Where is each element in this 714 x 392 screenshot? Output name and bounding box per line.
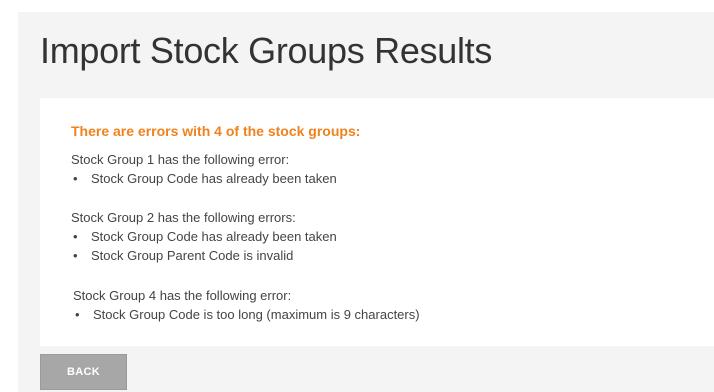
error-list-item: • Stock Group Parent Code is invalid	[71, 246, 337, 265]
error-list-item: • Stock Group Code is too long (maximum …	[73, 305, 420, 324]
results-panel: There are errors with 4 of the stock gro…	[40, 98, 714, 346]
back-button[interactable]: BACK	[40, 354, 127, 390]
bullet-icon: •	[75, 307, 80, 322]
error-message: Stock Group Code has already been taken	[91, 229, 337, 244]
bullet-icon: •	[73, 248, 78, 263]
page-container: Import Stock Groups Results There are er…	[18, 12, 714, 392]
stock-group-error-block: Stock Group 4 has the following error: •…	[73, 286, 420, 324]
stock-group-title: Stock Group 4 has the following error:	[73, 288, 292, 303]
bullet-icon: •	[73, 229, 78, 244]
page-title: Import Stock Groups Results	[40, 30, 493, 71]
error-list: • Stock Group Code has already been take…	[71, 227, 337, 265]
error-message: Stock Group Parent Code is invalid	[91, 248, 294, 263]
stock-group-title: Stock Group 2 has the following errors:	[71, 210, 296, 225]
stock-group-error-block: Stock Group 2 has the following errors: …	[71, 208, 337, 265]
bullet-icon: •	[73, 171, 78, 186]
error-list-item: • Stock Group Code has already been take…	[71, 227, 337, 246]
error-list: • Stock Group Code has already been take…	[71, 169, 337, 188]
stock-group-title: Stock Group 1 has the following error:	[71, 152, 290, 167]
error-summary-heading: There are errors with 4 of the stock gro…	[71, 123, 361, 139]
stock-group-error-block: Stock Group 1 has the following error: •…	[71, 150, 337, 188]
error-message: Stock Group Code has already been taken	[91, 171, 337, 186]
error-list: • Stock Group Code is too long (maximum …	[73, 305, 420, 324]
error-list-item: • Stock Group Code has already been take…	[71, 169, 337, 188]
error-message: Stock Group Code is too long (maximum is…	[93, 307, 420, 322]
